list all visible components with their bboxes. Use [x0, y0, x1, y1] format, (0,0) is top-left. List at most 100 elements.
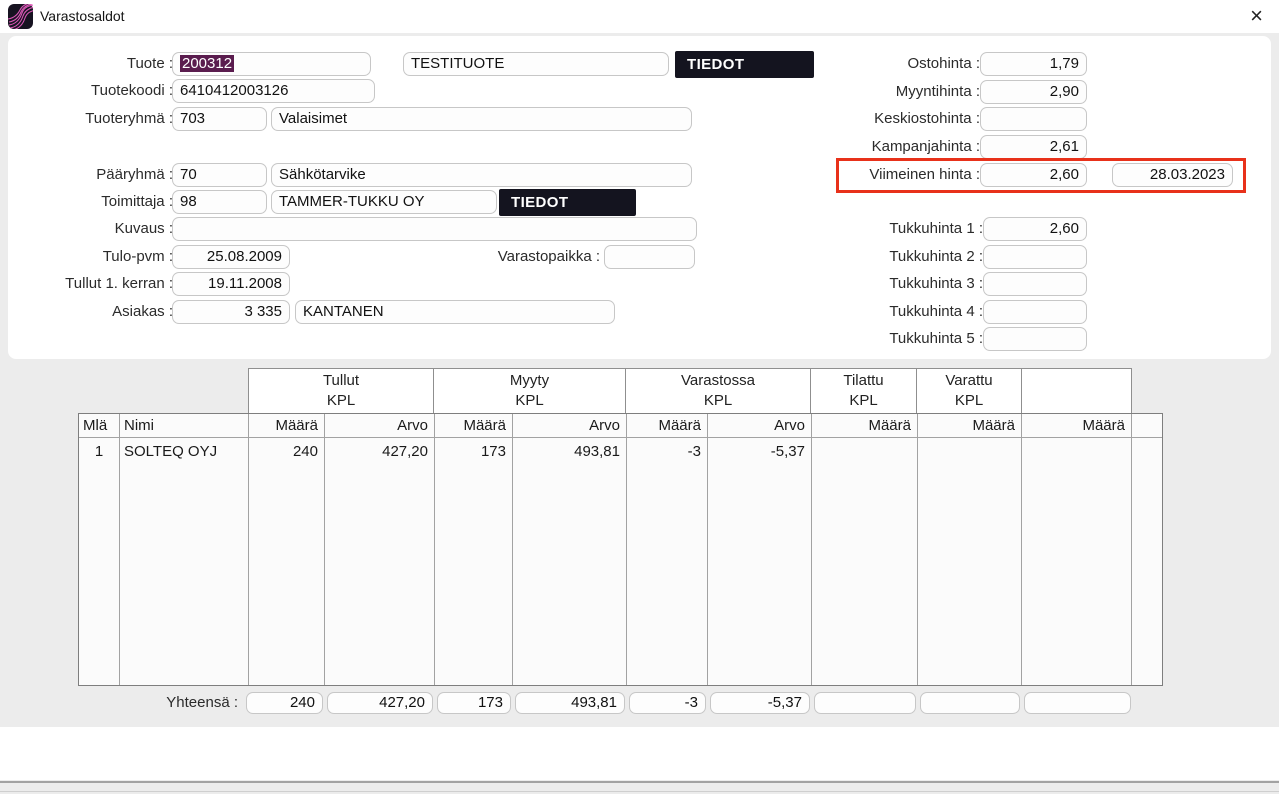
stock-table: Mlä Nimi Määrä Arvo Määrä Arvo Määrä Arv…: [78, 413, 1163, 686]
kuvaus-label: Kuvaus :: [28, 217, 173, 241]
ostohinta-input[interactable]: 1,79: [980, 52, 1087, 76]
cell-tilattu-maara: [811, 439, 911, 464]
cell-varastossa-arvo: -5,37: [707, 439, 805, 464]
tukkuhinta-1-label: Tukkuhinta 1 :: [825, 217, 983, 241]
kuvaus-input[interactable]: [172, 217, 697, 241]
tukkuhinta-3-input[interactable]: [983, 272, 1087, 296]
viimeinen-hinta-input[interactable]: 2,60: [980, 163, 1087, 187]
cell-mla: 1: [79, 439, 119, 464]
group-header-line2: KPL: [917, 391, 1021, 411]
yhteensa-label: Yhteensä :: [120, 692, 238, 714]
bottom-divider: [0, 781, 1279, 783]
column-separator: [1131, 414, 1132, 685]
group-header-tullut: Tullut KPL: [248, 368, 434, 414]
total-myyty-maara: 173: [437, 692, 511, 714]
varastopaikka-label: Varastopaikka :: [480, 245, 600, 269]
tulopvm-input[interactable]: 25.08.2009: [172, 245, 290, 269]
total-varastossa-maara: -3: [629, 692, 706, 714]
total-tullut-arvo: 427,20: [327, 692, 433, 714]
col-header-varastossa-arvo: Arvo: [707, 414, 805, 438]
ostohinta-label: Ostohinta :: [825, 52, 980, 76]
tukkuhinta-4-label: Tukkuhinta 4 :: [825, 300, 983, 324]
tukkuhinta-5-input[interactable]: [983, 327, 1087, 351]
table-header-row: Mlä Nimi Määrä Arvo Määrä Arvo Määrä Arv…: [79, 414, 1162, 438]
product-form-panel: Tuote : 200312 TESTITUOTE TIEDOT Tuoteko…: [8, 36, 1271, 359]
group-header-line1: Tilattu: [811, 371, 916, 391]
kampanjahinta-input[interactable]: 2,61: [980, 135, 1087, 159]
group-header-line1: Varastossa: [626, 371, 810, 391]
tullut-ekan-label: Tullut 1. kerran :: [28, 272, 173, 296]
varastosaldot-window: Varastosaldot × Tuote : 200312 TESTITUOT…: [0, 0, 1279, 794]
cell-myyty-arvo: 493,81: [512, 439, 620, 464]
tuote-input[interactable]: 200312: [172, 52, 371, 76]
col-header-varastossa-maara: Määrä: [626, 414, 701, 438]
group-header-line2: KPL: [626, 391, 810, 411]
tukkuhinta-1-input[interactable]: 2,60: [983, 217, 1087, 241]
tuote-selected-text: 200312: [180, 55, 234, 72]
group-header-line1: Varattu: [917, 371, 1021, 391]
bottom-divider-faint: [0, 791, 1279, 792]
close-icon[interactable]: ×: [1250, 2, 1263, 30]
total-varastossa-arvo: -5,37: [710, 692, 810, 714]
viimeinen-hinta-pvm-input[interactable]: 28.03.2023: [1112, 163, 1233, 187]
paaryhma-name-input[interactable]: Sähkötarvike: [271, 163, 692, 187]
total-tilattu-maara: [814, 692, 916, 714]
col-header-tilattu-maara: Määrä: [811, 414, 911, 438]
col-header-mla: Mlä: [83, 414, 117, 438]
tuote-label: Tuote :: [28, 52, 173, 76]
toimittaja-label: Toimittaja :: [28, 190, 173, 214]
cell-varattu-maara: [917, 439, 1015, 464]
tuote-nimi-input[interactable]: TESTITUOTE: [403, 52, 669, 76]
tuotekoodi-label: Tuotekoodi :: [28, 79, 173, 103]
group-header-line2: KPL: [811, 391, 916, 411]
tuote-tiedot-button[interactable]: TIEDOT: [675, 51, 814, 78]
col-header-varattu-maara: Määrä: [917, 414, 1015, 438]
toimittaja-tiedot-button[interactable]: TIEDOT: [499, 189, 636, 216]
tukkuhinta-2-label: Tukkuhinta 2 :: [825, 245, 983, 269]
asiakas-name-input[interactable]: KANTANEN: [295, 300, 615, 324]
toimittaja-code-input[interactable]: 98: [172, 190, 267, 214]
cell-tullut-maara: 240: [248, 439, 318, 464]
viimeinen-hinta-label: Viimeinen hinta :: [825, 163, 980, 187]
tuoteryhma-code-input[interactable]: 703: [172, 107, 267, 131]
myyntihinta-input[interactable]: 2,90: [980, 80, 1087, 104]
total-maara: [1024, 692, 1131, 714]
toimittaja-name-input[interactable]: TAMMER-TUKKU OY: [271, 190, 497, 214]
paaryhma-code-input[interactable]: 70: [172, 163, 267, 187]
tullut-ekan-input[interactable]: 19.11.2008: [172, 272, 290, 296]
tukkuhinta-4-input[interactable]: [983, 300, 1087, 324]
group-header-line1: Tullut: [249, 371, 433, 391]
group-header-varastossa: Varastossa KPL: [625, 368, 811, 414]
kampanjahinta-label: Kampanjahinta :: [825, 135, 980, 159]
tuotekoodi-input[interactable]: 6410412003126: [172, 79, 375, 103]
tulopvm-label: Tulo-pvm :: [28, 245, 173, 269]
group-header-line2: KPL: [434, 391, 625, 411]
varastopaikka-input[interactable]: [604, 245, 695, 269]
tuoteryhma-name-input[interactable]: Valaisimet: [271, 107, 692, 131]
group-header-varattu: Varattu KPL: [916, 368, 1022, 414]
group-header-myyty: Myyty KPL: [433, 368, 626, 414]
keskiostohinta-input[interactable]: [980, 107, 1087, 131]
group-header-tilattu: Tilattu KPL: [810, 368, 917, 414]
cell-myyty-maara: 173: [434, 439, 506, 464]
asiakas-code-input[interactable]: 3 335: [172, 300, 290, 324]
col-header-myyty-arvo: Arvo: [512, 414, 620, 438]
paaryhma-label: Pääryhmä :: [28, 163, 173, 187]
cell-varastossa-maara: -3: [626, 439, 701, 464]
group-header-empty: [1021, 368, 1132, 414]
group-header-line1: Myyty: [434, 371, 625, 391]
cell-tullut-arvo: 427,20: [324, 439, 428, 464]
tuoteryhma-label: Tuoteryhmä :: [28, 107, 173, 131]
title-bar: Varastosaldot ×: [0, 0, 1279, 33]
cell-maara: [1021, 439, 1125, 464]
asiakas-label: Asiakas :: [28, 300, 173, 324]
tukkuhinta-3-label: Tukkuhinta 3 :: [825, 272, 983, 296]
window-title: Varastosaldot: [40, 8, 125, 24]
col-header-tullut-maara: Määrä: [248, 414, 318, 438]
tukkuhinta-2-input[interactable]: [983, 245, 1087, 269]
col-header-nimi: Nimi: [124, 414, 244, 438]
group-header-line2: KPL: [249, 391, 433, 411]
total-tullut-maara: 240: [246, 692, 323, 714]
myyntihinta-label: Myyntihinta :: [825, 80, 980, 104]
function-button-bar: SELITE F2 TUOTE F3 TOIMITTAJA F4 HAE VII…: [0, 727, 1279, 780]
